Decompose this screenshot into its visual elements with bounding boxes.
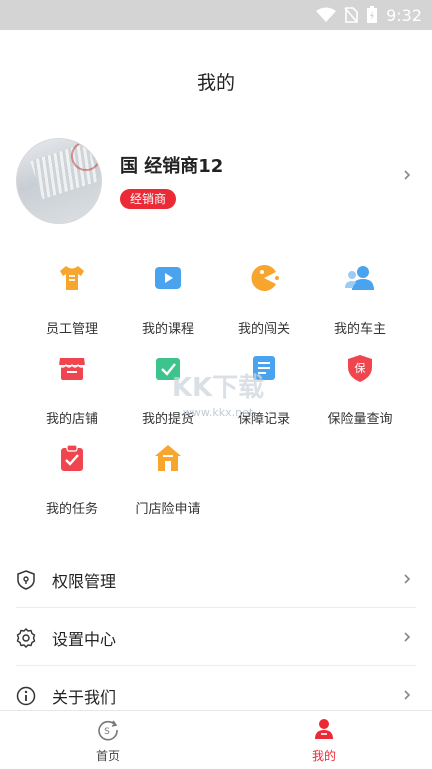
profile-card[interactable]: 国 经销商12 经销商: [16, 138, 416, 224]
tab-label: 首页: [95, 749, 120, 763]
chevron-right-icon: [404, 632, 411, 642]
store-icon: [58, 358, 86, 380]
bottom-tab-bar: S 首页 我的: [0, 710, 432, 769]
feature-staff-management[interactable]: 员工管理: [24, 262, 120, 352]
profile-tab-icon: [315, 719, 333, 739]
feature-my-courses[interactable]: 我的课程: [120, 262, 216, 352]
no-sim-icon: [344, 7, 358, 23]
feature-my-pickup[interactable]: 我的提货: [120, 352, 216, 442]
gear-icon: [16, 628, 36, 648]
menu-label: 设置中心: [52, 630, 117, 649]
feature-label: 员工管理: [45, 322, 98, 337]
feature-label: 我的闯关: [237, 322, 290, 337]
home-tab-icon: S: [98, 720, 118, 741]
user-name: 国 经销商12: [120, 156, 224, 177]
menu-label: 权限管理: [52, 572, 117, 591]
video-play-icon: [155, 267, 181, 289]
feature-label: 保险量查询: [327, 412, 393, 427]
feature-my-challenges[interactable]: 我的闯关: [216, 262, 312, 352]
menu-label: 关于我们: [52, 688, 117, 707]
feature-my-tasks[interactable]: 我的任务: [24, 442, 120, 532]
pickup-icon: [156, 358, 180, 380]
svg-text:保: 保: [355, 361, 366, 375]
shield-outline-icon: [17, 570, 35, 590]
svg-text:S: S: [104, 727, 110, 737]
game-pacman-icon: [251, 265, 279, 291]
feature-store-insurance-apply[interactable]: 门店险申请: [120, 442, 216, 532]
feature-my-car-owners[interactable]: 我的车主: [312, 262, 408, 352]
tab-label: 我的: [311, 749, 336, 763]
feature-label: 我的车主: [333, 322, 386, 337]
battery-icon: [367, 6, 378, 23]
house-icon: [155, 445, 181, 471]
avatar[interactable]: [16, 138, 102, 224]
chevron-right-icon: [404, 690, 411, 700]
feature-label: 我的课程: [141, 322, 194, 337]
page-title: 我的: [196, 72, 235, 94]
list-icon: [253, 356, 275, 380]
tshirt-icon: [60, 266, 84, 290]
status-time: 9:32: [386, 5, 422, 25]
info-icon: [16, 686, 36, 706]
feature-guarantee-records[interactable]: 保障记录: [216, 352, 312, 442]
menu-item-permissions[interactable]: 权限管理: [0, 550, 432, 608]
users-icon: [345, 266, 374, 290]
shield-icon: 保: [348, 355, 372, 382]
chevron-right-icon: [404, 574, 411, 584]
clipboard-check-icon: [61, 444, 83, 471]
tab-mine[interactable]: 我的: [216, 711, 432, 769]
tab-home[interactable]: S 首页: [0, 711, 216, 769]
feature-insurance-query[interactable]: 保 保险量查询: [312, 352, 408, 442]
feature-label: 我的任务: [45, 502, 98, 517]
chevron-right-icon[interactable]: [402, 170, 412, 180]
menu-item-settings[interactable]: 设置中心: [0, 608, 432, 666]
status-bar: 9:32: [0, 0, 432, 30]
feature-my-store[interactable]: 我的店铺: [24, 352, 120, 442]
feature-label: 门店险申请: [135, 502, 201, 517]
feature-label: 保障记录: [237, 412, 290, 427]
role-badge: 经销商: [120, 189, 177, 209]
profile-page: 我的 国 经销商12 经销商 员工管理 我的课程 我的闯关 我的车主 我的店铺: [0, 30, 432, 710]
wifi-icon: [316, 7, 337, 22]
feature-label: 我的店铺: [45, 412, 98, 427]
feature-label: 我的提货: [141, 412, 194, 427]
